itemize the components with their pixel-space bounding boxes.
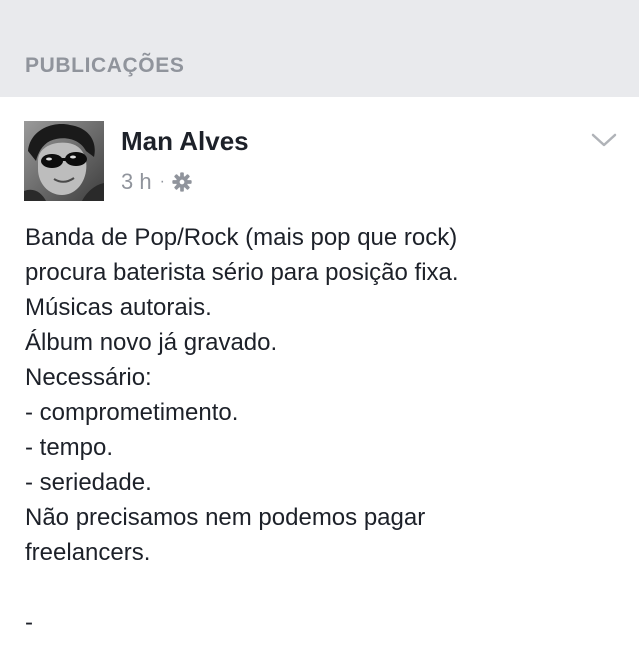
post-meta: 3 h ·: [121, 169, 193, 195]
page: PUBLICAÇÕES Man Alves 3 h · Banda de Pop…: [0, 0, 639, 645]
post-text-line: -: [25, 609, 33, 636]
post-text-line: freelancers.: [25, 539, 151, 566]
section-header: PUBLICAÇÕES: [0, 0, 639, 97]
post-text-line: Necessário:: [25, 364, 152, 391]
post-card: Man Alves 3 h · Banda de Pop/Rock (mais …: [0, 97, 639, 645]
author-name[interactable]: Man Alves: [121, 125, 249, 157]
meta-separator: ·: [159, 173, 165, 190]
post-text-line: - tempo.: [25, 434, 114, 461]
post-text: Banda de Pop/Rock (mais pop que rock) pr…: [25, 220, 625, 640]
post-text-line: Álbum novo já gravado.: [25, 329, 278, 356]
post-text-line: procura baterista sério para posição fix…: [25, 259, 459, 286]
avatar[interactable]: [24, 121, 104, 201]
post-text-line: Não precisamos nem podemos pagar: [25, 504, 426, 531]
avatar-photo: [24, 121, 104, 201]
section-title: PUBLICAÇÕES: [25, 54, 185, 77]
post-text-line: Músicas autorais.: [25, 294, 212, 321]
gear-icon: [172, 172, 192, 192]
post-timestamp[interactable]: 3 h: [121, 169, 152, 195]
post-text-line: - comprometimento.: [25, 399, 239, 426]
post-text-line: Banda de Pop/Rock (mais pop que rock): [25, 224, 458, 251]
post-text-line: - seriedade.: [25, 469, 152, 496]
chevron-down-icon[interactable]: [590, 131, 618, 149]
post-text-line: [25, 570, 625, 605]
